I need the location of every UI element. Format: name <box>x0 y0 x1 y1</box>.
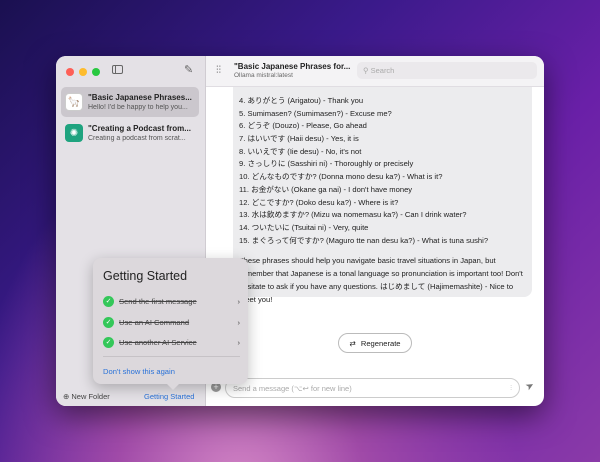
search-icon: ⚲ <box>363 66 369 75</box>
phrase-line: 15. まぐろって何ですか? (Maguro tte nan desu ka?)… <box>239 235 489 245</box>
openai-avatar-icon: ✺ <box>65 124 83 142</box>
assistant-message: 4. ありがとう (Arigatou) - Thank you 5. Sumima… <box>233 87 532 304</box>
chat-pane: 4. ありがとう (Arigatou) - Thank you 5. Sumima… <box>206 56 544 406</box>
chat-header: ⫶⫶ "Basic Japanese Phrases for... Ollama… <box>206 56 544 87</box>
chevron-right-icon: › <box>237 296 240 306</box>
new-chat-icon[interactable]: ✎ <box>184 63 193 76</box>
plus-circle-icon: ⊕ <box>63 392 70 401</box>
phrase-line: 9. さっしりに (Sasshiri ni) - Thoroughly or p… <box>239 159 414 169</box>
message-input[interactable]: Send a message (⌥↩ for new line) ⫶ <box>225 378 520 398</box>
messages-area: 4. ありがとう (Arigatou) - Thank you 5. Sumima… <box>206 87 544 406</box>
minimize-button[interactable] <box>79 68 87 76</box>
chevron-right-icon: › <box>237 337 240 347</box>
check-circle-icon: ✓ <box>103 295 114 307</box>
model-name: Ollama mistral:latest <box>234 72 293 79</box>
check-circle-icon: ✓ <box>103 336 114 348</box>
message-paragraph: These phrases should help you navigate b… <box>239 256 523 305</box>
phrase-line: 13. 水は飲めますか? (Mizu wa nomemasu ka?) - Ca… <box>239 210 467 220</box>
phrase-line: 14. ついたいに (Tsuitai ni) - Very, quite <box>239 222 369 232</box>
voice-waveform-icon[interactable]: ⫶ <box>510 383 512 393</box>
divider <box>103 356 240 357</box>
phrase-line: 10. どんなものですか? (Donna mono desu ka?) - Wh… <box>239 172 443 182</box>
phrase-line: 4. ありがとう (Arigatou) - Thank you <box>239 96 364 105</box>
phrase-line: 6. どうぞ (Douzo) - Please, Go ahead <box>239 121 367 131</box>
phrase-line: 5. Sumimasen? (Sumimasen?) - Excuse me? <box>239 108 392 118</box>
getting-started-button[interactable]: Getting Started <box>144 392 194 401</box>
repeat-icon: ⇄ <box>349 338 356 348</box>
regenerate-label: Regenerate <box>360 338 401 348</box>
checklist-item[interactable]: ✓ Send the first message › <box>103 294 240 308</box>
chat-item[interactable]: 🦙 "Basic Japanese Phrases... Hello! I'd b… <box>61 87 199 117</box>
phrase-line: 12. どこですか? (Doko desu ka?) - Where is it… <box>239 197 399 207</box>
chat-preview: Creating a podcast from scrat... <box>88 135 186 142</box>
zoom-button[interactable] <box>92 68 100 76</box>
checklist-label: Send the first message <box>119 296 197 306</box>
checklist-label: Use an AI Command <box>119 317 190 327</box>
popover-title: Getting Started <box>103 269 188 283</box>
chat-title: "Creating a Podcast from... <box>88 124 191 133</box>
chat-item[interactable]: ✺ "Creating a Podcast from... Creating a … <box>61 118 199 148</box>
chat-title-header: "Basic Japanese Phrases for... <box>234 62 351 71</box>
settings-sliders-icon[interactable]: ⫶⫶ <box>216 65 221 76</box>
phrase-line: 11. お金がない (Okane ga nai) - I don't have … <box>239 184 413 194</box>
phrase-line: 8. いいえです (Iie desu) - No, it's not <box>239 146 362 156</box>
checklist-item[interactable]: ✓ Use another AI Service › <box>103 335 240 349</box>
sidebar-toggle-icon[interactable] <box>112 65 123 74</box>
ollama-avatar-icon: 🦙 <box>65 93 83 111</box>
getting-started-popover: Getting Started ✓ Send the first message ›… <box>93 258 248 390</box>
window-controls <box>66 68 100 76</box>
regenerate-button[interactable]: ⇄ Regenerate <box>338 333 412 353</box>
chat-title: "Basic Japanese Phrases... <box>88 93 192 102</box>
check-circle-icon: ✓ <box>103 316 114 328</box>
checklist-label: Use another AI Service <box>119 337 197 347</box>
chevron-right-icon: › <box>237 317 240 327</box>
message-placeholder: Send a message (⌥↩ for new line) <box>233 384 352 393</box>
new-folder-button[interactable]: ⊕ New Folder <box>63 392 110 401</box>
phrase-line: 7. はいいです (Haii desu) - Yes, it is <box>239 134 359 144</box>
search-placeholder: Search <box>370 66 395 75</box>
chat-preview: Hello! I'd be happy to help you... <box>88 104 188 111</box>
checklist-item[interactable]: ✓ Use an AI Command › <box>103 315 240 329</box>
close-button[interactable] <box>66 68 74 76</box>
new-folder-label: New Folder <box>71 392 110 401</box>
dont-show-again-link[interactable]: Don't show this again <box>103 367 175 376</box>
search-input[interactable]: ⚲ Search <box>357 62 537 79</box>
